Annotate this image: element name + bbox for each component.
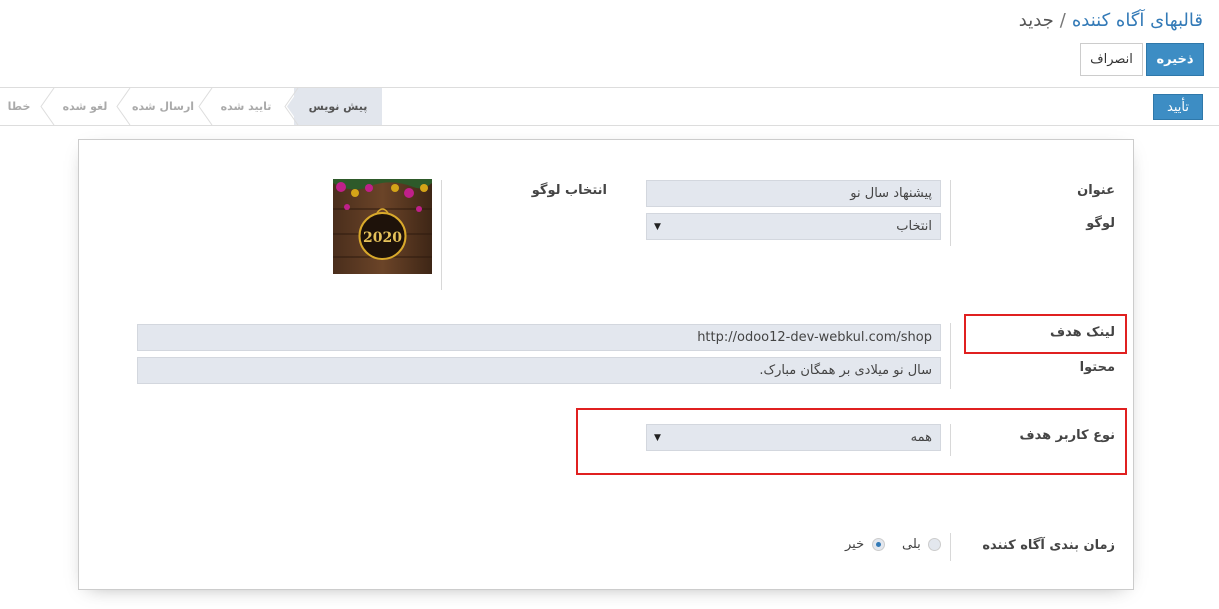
- scheduling-label: زمان بندی آگاه کننده: [982, 538, 1115, 553]
- breadcrumb-parent-link[interactable]: قالبهای آگاه کننده: [1072, 10, 1203, 31]
- title-value: پیشنهاد سال نو: [850, 186, 932, 201]
- stage-label: لغو شده: [62, 100, 108, 113]
- logo-select-value: انتخاب: [896, 219, 932, 234]
- target-user-type-select[interactable]: همه ▼: [646, 424, 941, 451]
- scheduling-no-label: خیر: [845, 537, 865, 552]
- statusbar: تأیید پیش نویس تایید شده ارسال شده لغو ش…: [0, 88, 1219, 126]
- content-value: سال نو میلادی بر همگان مبارک.: [759, 363, 932, 378]
- target-link-value: http://odoo12-dev-webkul.com/shop: [697, 330, 932, 345]
- label-divider: [950, 424, 951, 456]
- title-field[interactable]: پیشنهاد سال نو: [646, 180, 941, 207]
- discard-button[interactable]: انصراف: [1080, 43, 1143, 76]
- logo-select[interactable]: انتخاب ▼: [646, 213, 941, 240]
- logo-image-year: 2020: [363, 230, 402, 246]
- stage-label: پیش نویس: [308, 100, 368, 113]
- content-label: محتوا: [1079, 360, 1115, 375]
- target-link-label: لینک هدف: [1050, 325, 1115, 340]
- confirm-button[interactable]: تأیید: [1153, 94, 1203, 120]
- breadcrumb-separator: /: [1059, 10, 1066, 31]
- stage-label: تایید شده: [220, 100, 272, 113]
- caret-down-icon: ▼: [654, 432, 661, 443]
- label-divider: [950, 180, 951, 246]
- label-divider: [441, 180, 442, 290]
- logo-label: لوگو: [1086, 216, 1115, 231]
- scheduling-yes-radio[interactable]: [928, 538, 941, 551]
- save-button[interactable]: ذخیره: [1146, 43, 1204, 76]
- new-year-logo-image[interactable]: 2020: [333, 179, 432, 274]
- stage-label: خطا: [7, 100, 31, 113]
- choose-logo-label: انتخاب لوگو: [531, 183, 607, 198]
- target-user-type-label: نوع کاربر هدف: [1019, 428, 1115, 443]
- stage-sent[interactable]: ارسال شده: [126, 88, 200, 125]
- label-divider: [950, 323, 951, 389]
- content-field[interactable]: سال نو میلادی بر همگان مبارک.: [137, 357, 941, 384]
- stage-draft[interactable]: پیش نویس: [294, 88, 382, 125]
- target-user-type-value: همه: [910, 430, 932, 445]
- stage-error[interactable]: خطا: [0, 88, 38, 125]
- scheduling-no-radio[interactable]: [872, 538, 885, 551]
- stage-confirmed[interactable]: تایید شده: [208, 88, 284, 125]
- stage-cancelled[interactable]: لغو شده: [52, 88, 118, 125]
- control-panel: قالبهای آگاه کننده /جدید ذخیره انصراف: [0, 0, 1219, 88]
- chevron-left-icon: [40, 88, 55, 125]
- breadcrumb: قالبهای آگاه کننده /جدید: [1019, 10, 1203, 31]
- stage-label: ارسال شده: [131, 100, 195, 113]
- chevron-left-icon: [198, 88, 213, 125]
- breadcrumb-current: جدید: [1018, 10, 1054, 31]
- label-divider: [950, 533, 951, 561]
- scheduling-yes-label: بلی: [902, 537, 921, 552]
- caret-down-icon: ▼: [654, 221, 661, 232]
- target-link-field[interactable]: http://odoo12-dev-webkul.com/shop: [137, 324, 941, 351]
- chevron-left-icon: [284, 88, 300, 125]
- chevron-left-icon: [116, 88, 131, 125]
- title-label: عنوان: [1077, 183, 1115, 198]
